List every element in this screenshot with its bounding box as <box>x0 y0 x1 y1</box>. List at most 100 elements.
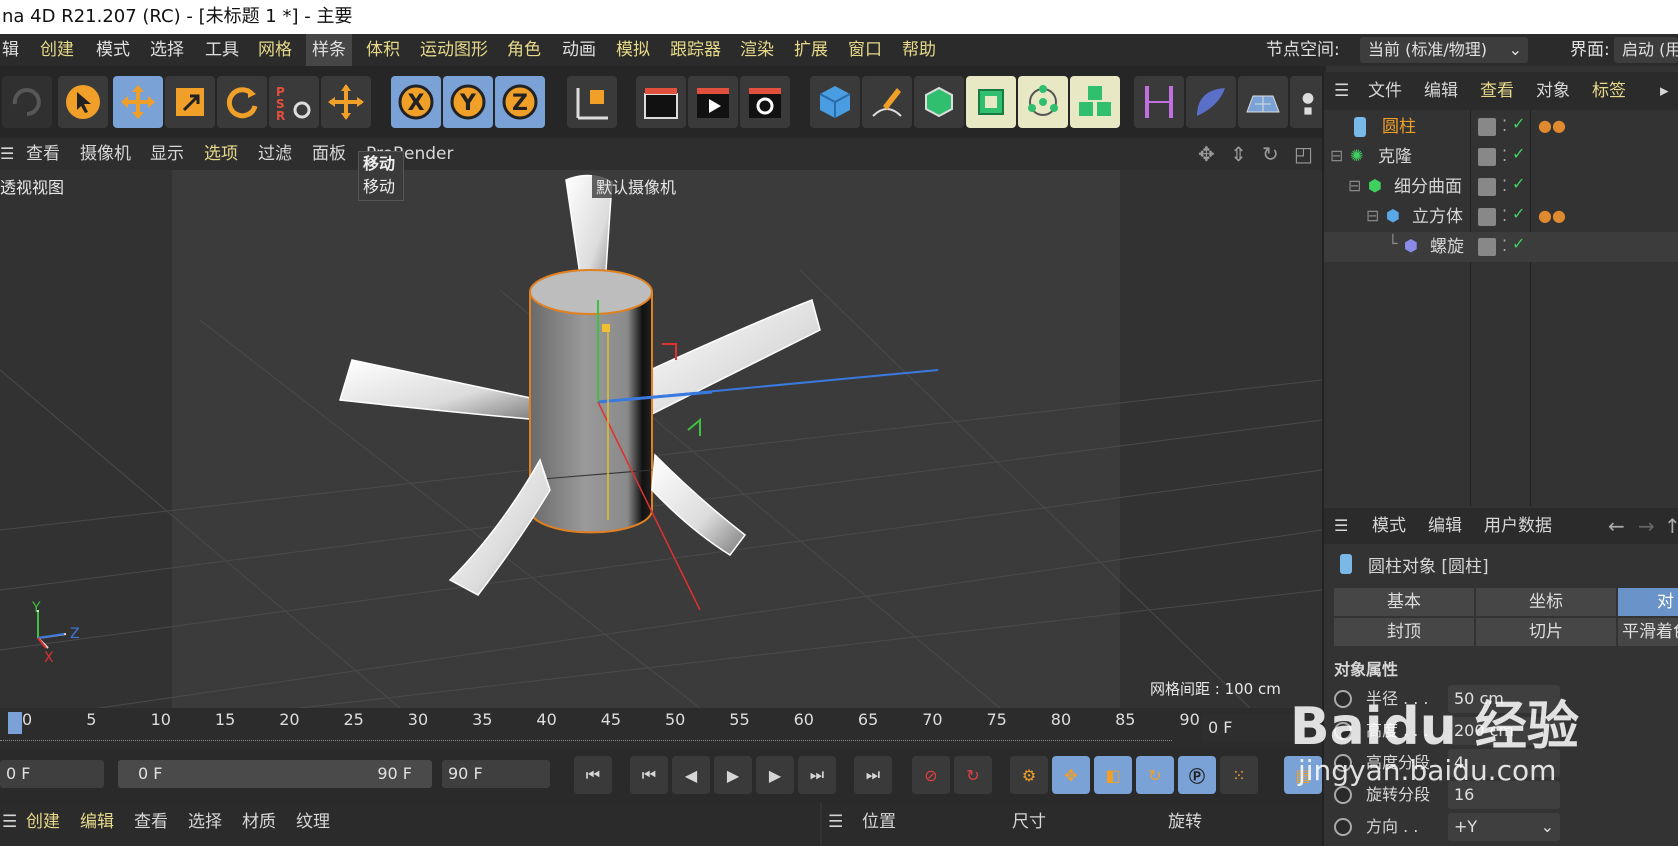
menu-window[interactable]: 窗口 <box>848 34 882 66</box>
viewport-move-icon[interactable]: ✥ <box>1198 138 1215 170</box>
play-button[interactable]: ▶ <box>714 756 752 794</box>
undo-button[interactable] <box>2 76 52 128</box>
render-view-button[interactable] <box>636 76 686 128</box>
object-name[interactable]: 克隆 <box>1378 142 1412 172</box>
attr-menu-mode[interactable]: 模式 <box>1372 508 1406 544</box>
menu-edit[interactable]: 辑 <box>2 34 19 66</box>
object-name[interactable]: 细分曲面 <box>1394 172 1462 202</box>
viewport-3d[interactable]: 透视视图 默认摄像机 网格间距 : 100 cm Y Z X <box>0 170 1322 708</box>
deformer-button[interactable] <box>1134 76 1184 128</box>
start-frame-field[interactable]: 0 F <box>0 760 104 788</box>
object-menu-view[interactable]: 查看 <box>1480 72 1514 110</box>
light-button[interactable] <box>1290 76 1326 128</box>
transform-button[interactable] <box>321 76 371 128</box>
hamburger-icon[interactable]: ☰ <box>1334 72 1349 110</box>
object-name[interactable]: 圆柱 <box>1382 112 1416 142</box>
cube-button[interactable] <box>810 76 860 128</box>
next-frame-button[interactable]: ▶ <box>756 756 794 794</box>
material-menu-create[interactable]: 创建 <box>26 802 60 842</box>
position-track-button[interactable]: ✥ <box>1052 756 1090 794</box>
x-axis-lock-button[interactable]: X <box>391 76 441 128</box>
menu-mode[interactable]: 模式 <box>96 34 130 66</box>
node-space-select[interactable]: 当前 (标准/物理) ⌄ <box>1360 37 1528 63</box>
scale-tool-button[interactable] <box>165 76 215 128</box>
floor-button[interactable] <box>1238 76 1288 128</box>
extrude-button[interactable] <box>966 76 1016 128</box>
object-menu-object[interactable]: 对象 <box>1536 72 1570 110</box>
keyframe-selection-button[interactable]: ⚙ <box>1010 756 1048 794</box>
render-picture-viewer-button[interactable] <box>688 76 738 128</box>
material-menu-view[interactable]: 查看 <box>134 802 168 842</box>
end-frame-field[interactable]: 90 F <box>442 760 550 788</box>
hamburger-icon[interactable]: ☰ <box>0 138 14 170</box>
up-arrow-icon[interactable]: ↑ <box>1664 508 1678 544</box>
render-settings-button[interactable] <box>740 76 790 128</box>
viewport-menu-camera[interactable]: 摄像机 <box>80 138 131 170</box>
hamburger-icon[interactable]: ☰ <box>1334 508 1348 544</box>
object-menu-edit[interactable]: 编辑 <box>1424 72 1458 110</box>
layout-select[interactable]: 启动 (用 <box>1614 37 1678 63</box>
move-tool-button[interactable] <box>113 76 163 128</box>
tab-caps[interactable]: 封顶 <box>1334 618 1474 646</box>
enabled-check-icon[interactable]: ✓ <box>1512 174 1525 193</box>
menu-select[interactable]: 选择 <box>150 34 184 66</box>
layer-icon[interactable] <box>1478 208 1496 226</box>
forward-arrow-icon[interactable]: → <box>1638 508 1655 544</box>
layer-icon[interactable] <box>1478 238 1496 256</box>
layer-icon[interactable] <box>1478 178 1496 196</box>
playhead[interactable] <box>8 712 22 734</box>
previous-frame-button[interactable]: ◀ <box>672 756 710 794</box>
hamburger-icon[interactable]: ☰ <box>2 802 17 842</box>
object-name[interactable]: 立方体 <box>1412 202 1463 232</box>
material-menu-select[interactable]: 选择 <box>188 802 222 842</box>
menu-help[interactable]: 帮助 <box>902 34 936 66</box>
cloner-button[interactable] <box>1018 76 1068 128</box>
tab-phong[interactable]: 平滑着色 <box>1618 618 1678 646</box>
enabled-check-icon[interactable]: ✓ <box>1512 234 1525 253</box>
object-menu-file[interactable]: 文件 <box>1368 72 1402 110</box>
frame-range-slider[interactable]: 0 F 90 F <box>118 760 432 788</box>
y-axis-lock-button[interactable]: Y <box>443 76 493 128</box>
environment-button[interactable] <box>1186 76 1236 128</box>
layer-icon[interactable] <box>1478 148 1496 166</box>
pen-spline-button[interactable] <box>862 76 912 128</box>
tag-icon[interactable]: ●● <box>1538 116 1566 135</box>
subdivision-surface-button[interactable] <box>914 76 964 128</box>
tag-icon[interactable]: ●● <box>1538 206 1566 225</box>
rotate-tool-button[interactable] <box>217 76 267 128</box>
object-menu-tags[interactable]: 标签 <box>1592 72 1626 110</box>
visibility-dots-icon[interactable]: ⁚ <box>1502 176 1507 195</box>
go-to-start-button[interactable]: ⏮ <box>574 756 612 794</box>
tree-collapse-icon[interactable]: ⊟ <box>1366 206 1379 225</box>
menu-create[interactable]: 创建 <box>40 34 74 66</box>
visibility-dots-icon[interactable]: ⁚ <box>1502 206 1507 225</box>
tab-object[interactable]: 对 <box>1618 588 1678 616</box>
attr-menu-edit[interactable]: 编辑 <box>1428 508 1462 544</box>
object-name[interactable]: 螺旋 <box>1430 232 1464 262</box>
rotation-track-button[interactable]: ↻ <box>1136 756 1174 794</box>
tab-basic[interactable]: 基本 <box>1334 588 1474 616</box>
visibility-dots-icon[interactable]: ⁚ <box>1502 116 1507 135</box>
enabled-check-icon[interactable]: ✓ <box>1512 204 1525 223</box>
menu-mograph[interactable]: 运动图形 <box>420 34 488 66</box>
viewport-menu-options[interactable]: 选项 <box>204 138 238 170</box>
scale-track-button[interactable]: ◧ <box>1094 756 1132 794</box>
layer-icon[interactable] <box>1478 118 1496 136</box>
enabled-check-icon[interactable]: ✓ <box>1512 114 1525 133</box>
object-row[interactable]: └ ⬢ 螺旋 ⁚ ✓ <box>1324 232 1678 262</box>
object-row[interactable]: ⊟ ✺ 克隆 ⁚ ✓ <box>1324 142 1678 172</box>
tab-slice[interactable]: 切片 <box>1476 618 1616 646</box>
viewport-menu-view[interactable]: 查看 <box>26 138 60 170</box>
object-row[interactable]: ⊟ ⬢ 立方体 ⁚ ✓ ●● <box>1324 202 1678 232</box>
menu-mesh[interactable]: 网格 <box>258 34 292 66</box>
material-menu-edit[interactable]: 编辑 <box>80 802 114 842</box>
psr-button[interactable]: PSR <box>269 76 319 128</box>
autokey-button[interactable]: ↻ <box>954 756 992 794</box>
parameter-track-button[interactable]: Ⓟ <box>1178 756 1216 794</box>
menu-simulate[interactable]: 模拟 <box>616 34 650 66</box>
next-key-button[interactable]: ⏭ <box>798 756 836 794</box>
menu-spline[interactable]: 样条 <box>306 34 352 66</box>
point-level-button[interactable]: ⁙ <box>1220 756 1258 794</box>
select-tool-button[interactable] <box>58 76 108 128</box>
go-to-end-button[interactable]: ⏭ <box>854 756 892 794</box>
